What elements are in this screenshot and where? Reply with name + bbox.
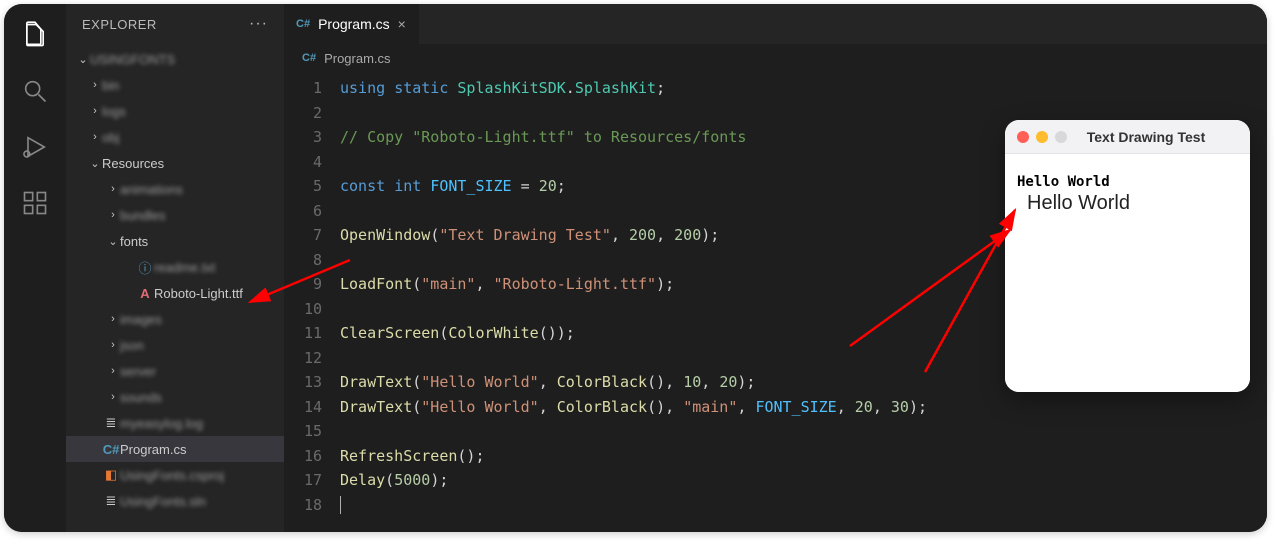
tree-folder-fonts[interactable]: ⌄fonts: [66, 228, 284, 254]
csharp-icon: C#: [302, 52, 316, 64]
sidebar: EXPLORER ··· ⌄USINGFONTS ›bin ›logs ›obj…: [66, 4, 284, 532]
preview-body: Hello World Hello World: [1005, 154, 1250, 392]
preview-titlebar: Text Drawing Test: [1005, 120, 1250, 154]
explorer-icon[interactable]: [20, 20, 50, 50]
preview-window: Text Drawing Test Hello World Hello Worl…: [1005, 120, 1250, 392]
hello-bitmap: Hello World: [1017, 174, 1110, 190]
tree-file-program[interactable]: C#Program.cs: [66, 436, 284, 462]
sidebar-more-icon[interactable]: ···: [249, 15, 268, 33]
csharp-icon: C#: [102, 442, 120, 457]
breadcrumb[interactable]: C# Program.cs: [284, 44, 1267, 72]
close-icon[interactable]: ×: [398, 16, 406, 32]
tree-folder[interactable]: ›bundles: [66, 202, 284, 228]
info-icon: ⓘ: [136, 258, 154, 277]
tab-label: Program.cs: [318, 16, 390, 32]
debug-icon[interactable]: [20, 132, 50, 162]
sidebar-header: EXPLORER ···: [66, 4, 284, 44]
traffic-light-close[interactable]: [1017, 131, 1029, 143]
file-icon: ≣: [102, 493, 120, 509]
csharp-icon: C#: [296, 18, 310, 30]
line-gutter: 123456789101112131415161718: [284, 76, 340, 532]
tab-program[interactable]: C# Program.cs ×: [284, 4, 419, 44]
tree-project[interactable]: ⌄USINGFONTS: [66, 46, 284, 72]
tab-bar: C# Program.cs ×: [284, 4, 1267, 44]
tree-folder[interactable]: ›obj: [66, 124, 284, 150]
hello-font: Hello World: [1027, 192, 1130, 215]
file-icon: ≣: [102, 415, 120, 431]
file-icon: ◧: [102, 467, 120, 483]
traffic-light-minimize[interactable]: [1036, 131, 1048, 143]
tree-folder-resources[interactable]: ⌄Resources: [66, 150, 284, 176]
preview-title: Text Drawing Test: [1074, 129, 1218, 145]
activity-bar: [4, 4, 66, 532]
breadcrumb-label: Program.cs: [324, 51, 390, 66]
font-icon: A: [136, 286, 154, 301]
tree-folder[interactable]: ›json: [66, 332, 284, 358]
explorer-title: EXPLORER: [82, 17, 157, 32]
tree-folder[interactable]: ›bin: [66, 72, 284, 98]
search-icon[interactable]: [20, 76, 50, 106]
tree-file[interactable]: ⓘreadme.txt: [66, 254, 284, 280]
tree-file[interactable]: ≣myeasylog.log: [66, 410, 284, 436]
tree-file[interactable]: ◧UsingFonts.csproj: [66, 462, 284, 488]
tree-folder[interactable]: ›images: [66, 306, 284, 332]
extensions-icon[interactable]: [20, 188, 50, 218]
tree-folder[interactable]: ›server: [66, 358, 284, 384]
file-tree: ⌄USINGFONTS ›bin ›logs ›obj ⌄Resources ›…: [66, 44, 284, 516]
tree-folder[interactable]: ›logs: [66, 98, 284, 124]
traffic-light-zoom[interactable]: [1055, 131, 1067, 143]
tree-file[interactable]: ≣UsingFonts.sln: [66, 488, 284, 514]
tree-file-roboto[interactable]: ARoboto-Light.ttf: [66, 280, 284, 306]
tree-folder[interactable]: ›animations: [66, 176, 284, 202]
tree-folder[interactable]: ›sounds: [66, 384, 284, 410]
